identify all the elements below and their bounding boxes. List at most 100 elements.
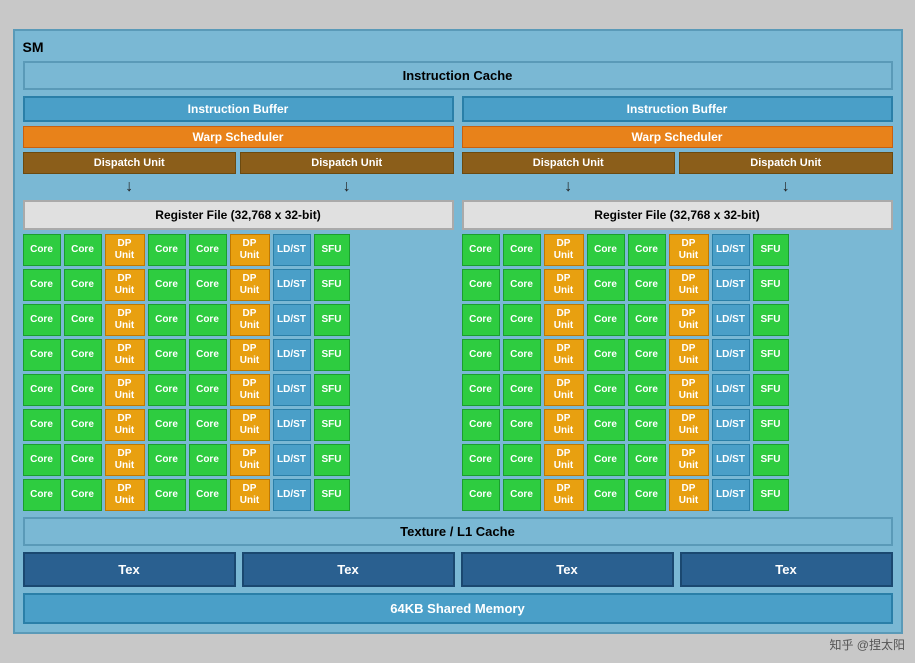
dp-cell: DP Unit (105, 269, 145, 301)
dp-cell: DP Unit (105, 479, 145, 511)
right-dispatch-wrapper1: Dispatch Unit (462, 152, 676, 174)
ldst-cell: LD/ST (712, 304, 750, 336)
dp-cell: DP Unit (105, 339, 145, 371)
tex-unit-3: Tex (461, 552, 674, 587)
ldst-cell: LD/ST (712, 339, 750, 371)
tex-row: Tex Tex Tex Tex (23, 552, 893, 587)
dp-cell: DP Unit (230, 479, 270, 511)
core-cell: Core (587, 444, 625, 476)
right-dispatch-unit2: Dispatch Unit (679, 152, 893, 174)
right-arrows: ↓ ↓ (462, 178, 893, 196)
left-dispatch-wrapper2: Dispatch Unit (240, 152, 454, 174)
sfu-cell: SFU (753, 339, 789, 371)
core-cell: Core (23, 304, 61, 336)
right-instruction-buffer: Instruction Buffer (462, 96, 893, 122)
core-cell: Core (503, 444, 541, 476)
cores-row: CoreCoreDP UnitCoreCoreDP UnitLD/STSFU (23, 339, 454, 371)
dp-cell: DP Unit (105, 374, 145, 406)
ldst-cell: LD/ST (273, 304, 311, 336)
left-instruction-buffer: Instruction Buffer (23, 96, 454, 122)
dp-cell: DP Unit (105, 234, 145, 266)
core-cell: Core (23, 374, 61, 406)
right-dispatch-row: Dispatch Unit Dispatch Unit (462, 152, 893, 174)
dp-cell: DP Unit (669, 374, 709, 406)
left-register-file: Register File (32,768 x 32-bit) (23, 200, 454, 230)
cores-row: CoreCoreDP UnitCoreCoreDP UnitLD/STSFU (23, 234, 454, 266)
core-cell: Core (628, 444, 666, 476)
core-cell: Core (503, 304, 541, 336)
cores-row: CoreCoreDP UnitCoreCoreDP UnitLD/STSFU (462, 304, 893, 336)
core-cell: Core (64, 409, 102, 441)
sfu-cell: SFU (753, 374, 789, 406)
right-dispatch-wrapper2: Dispatch Unit (679, 152, 893, 174)
dp-cell: DP Unit (230, 409, 270, 441)
ldst-cell: LD/ST (712, 409, 750, 441)
right-register-file: Register File (32,768 x 32-bit) (462, 200, 893, 230)
core-cell: Core (503, 374, 541, 406)
core-cell: Core (462, 304, 500, 336)
dp-cell: DP Unit (669, 479, 709, 511)
left-dispatch-row: Dispatch Unit Dispatch Unit (23, 152, 454, 174)
ldst-cell: LD/ST (712, 479, 750, 511)
cores-row: CoreCoreDP UnitCoreCoreDP UnitLD/STSFU (23, 479, 454, 511)
core-cell: Core (587, 374, 625, 406)
dp-cell: DP Unit (669, 444, 709, 476)
dp-cell: DP Unit (230, 339, 270, 371)
core-cell: Core (189, 339, 227, 371)
ldst-cell: LD/ST (712, 444, 750, 476)
core-cell: Core (587, 269, 625, 301)
core-cell: Core (503, 234, 541, 266)
right-warp-scheduler: Warp Scheduler (462, 126, 893, 148)
core-cell: Core (23, 269, 61, 301)
sfu-cell: SFU (753, 409, 789, 441)
core-cell: Core (587, 409, 625, 441)
dp-cell: DP Unit (544, 444, 584, 476)
right-arrow2: ↓ (679, 178, 893, 196)
tex-unit-1: Tex (23, 552, 236, 587)
sfu-cell: SFU (753, 269, 789, 301)
dp-cell: DP Unit (230, 234, 270, 266)
core-cell: Core (189, 374, 227, 406)
core-cell: Core (587, 304, 625, 336)
core-cell: Core (148, 374, 186, 406)
texture-l1-cache: Texture / L1 Cache (23, 517, 893, 546)
sfu-cell: SFU (753, 234, 789, 266)
core-cell: Core (628, 409, 666, 441)
core-cell: Core (462, 409, 500, 441)
cores-row: CoreCoreDP UnitCoreCoreDP UnitLD/STSFU (462, 234, 893, 266)
core-cell: Core (189, 304, 227, 336)
cores-row: CoreCoreDP UnitCoreCoreDP UnitLD/STSFU (462, 479, 893, 511)
dp-cell: DP Unit (230, 269, 270, 301)
dp-cell: DP Unit (544, 374, 584, 406)
core-cell: Core (462, 479, 500, 511)
ldst-cell: LD/ST (273, 339, 311, 371)
cores-row: CoreCoreDP UnitCoreCoreDP UnitLD/STSFU (23, 269, 454, 301)
core-cell: Core (64, 444, 102, 476)
dp-cell: DP Unit (669, 409, 709, 441)
core-cell: Core (148, 339, 186, 371)
sm-container: SM Instruction Cache Instruction Buffer … (13, 29, 903, 634)
sfu-cell: SFU (314, 409, 350, 441)
tex-unit-2: Tex (242, 552, 455, 587)
left-arrow1: ↓ (23, 178, 237, 196)
core-cell: Core (23, 339, 61, 371)
dp-cell: DP Unit (230, 374, 270, 406)
ldst-cell: LD/ST (273, 374, 311, 406)
core-cell: Core (462, 339, 500, 371)
core-cell: Core (189, 444, 227, 476)
core-cell: Core (462, 269, 500, 301)
ldst-cell: LD/ST (273, 444, 311, 476)
core-cell: Core (462, 444, 500, 476)
dp-cell: DP Unit (669, 339, 709, 371)
left-half: Instruction Buffer Warp Scheduler Dispat… (23, 96, 454, 511)
core-cell: Core (148, 409, 186, 441)
two-halves: Instruction Buffer Warp Scheduler Dispat… (23, 96, 893, 511)
core-cell: Core (462, 374, 500, 406)
dp-cell: DP Unit (230, 444, 270, 476)
left-dispatch-wrapper1: Dispatch Unit (23, 152, 237, 174)
sfu-cell: SFU (753, 479, 789, 511)
ldst-cell: LD/ST (273, 269, 311, 301)
core-cell: Core (23, 409, 61, 441)
sfu-cell: SFU (753, 304, 789, 336)
dp-cell: DP Unit (544, 234, 584, 266)
